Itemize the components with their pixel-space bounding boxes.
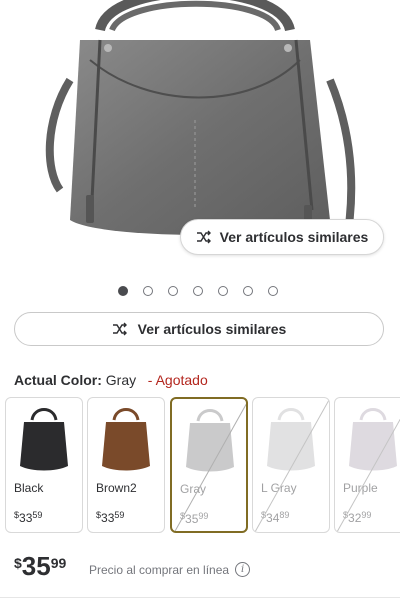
info-icon[interactable]: i — [235, 562, 251, 577]
price-currency: $ — [14, 555, 22, 571]
carousel-dot[interactable] — [143, 286, 153, 296]
carousel-dot[interactable] — [218, 286, 228, 296]
unavailable-strike — [174, 403, 246, 531]
current-color-value: Gray — [105, 372, 137, 388]
handbag-thumbnail — [20, 408, 68, 471]
price-note: Precio al comprar en línea i — [89, 562, 251, 577]
product-price: $ 35 99 — [14, 552, 66, 580]
carousel-dots[interactable] — [118, 286, 278, 296]
stock-status: Agotado — [155, 372, 208, 388]
carousel-dot[interactable] — [118, 286, 128, 296]
swatch-name: Brown2 — [96, 481, 137, 495]
current-color-label: Actual Color: — [14, 372, 102, 388]
shuffle-icon — [112, 322, 128, 336]
carousel-dot[interactable] — [243, 286, 253, 296]
similar-items-button[interactable]: Ver artículos similares — [14, 312, 384, 346]
similar-items-label: Ver artículos similares — [137, 321, 287, 337]
price-note-text: Precio al comprar en línea — [89, 562, 230, 577]
price-decimal: 99 — [50, 555, 67, 571]
swatch-price: $3359 — [14, 510, 43, 525]
unavailable-strike — [336, 418, 400, 532]
swatch-black[interactable]: Black $3359 — [5, 397, 83, 533]
similar-items-overlay-button[interactable]: Ver artículos similares — [180, 219, 384, 255]
carousel-dot[interactable] — [268, 286, 278, 296]
current-color: Actual Color: Gray - Agotado — [14, 372, 208, 388]
swatch-price: $3359 — [96, 510, 125, 525]
handbag-thumbnail — [102, 408, 150, 471]
carousel-dot[interactable] — [168, 286, 178, 296]
swatch-purple[interactable]: Purple $3299 — [334, 397, 400, 533]
swatch-gray[interactable]: Gray $3599 — [170, 397, 248, 533]
color-swatches[interactable]: Black $3359 Brown2 $3359 Gray $3599 L Gr… — [5, 397, 400, 533]
unavailable-strike — [254, 399, 329, 532]
carousel-dot[interactable] — [193, 286, 203, 296]
similar-items-overlay-label: Ver artículos similares — [219, 229, 369, 245]
separator: - — [147, 372, 153, 388]
price-integer: 35 — [21, 551, 51, 581]
swatch-l-gray[interactable]: L Gray $3489 — [252, 397, 330, 533]
shuffle-icon — [196, 230, 212, 244]
divider — [0, 597, 400, 598]
swatch-brown2[interactable]: Brown2 $3359 — [87, 397, 165, 533]
swatch-name: Black — [14, 481, 44, 495]
